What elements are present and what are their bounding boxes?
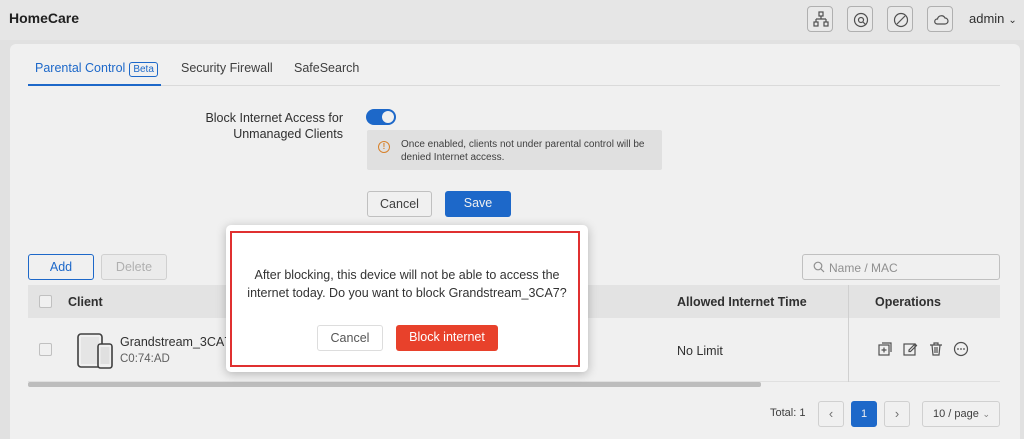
block-internet-button[interactable]: Block internet [396, 325, 498, 351]
block-confirm-dialog: After blocking, this device will not be … [226, 225, 588, 372]
dialog-message: After blocking, this device will not be … [247, 268, 567, 300]
dialog-cancel-button[interactable]: Cancel [317, 325, 383, 351]
modal-overlay [0, 0, 1024, 439]
